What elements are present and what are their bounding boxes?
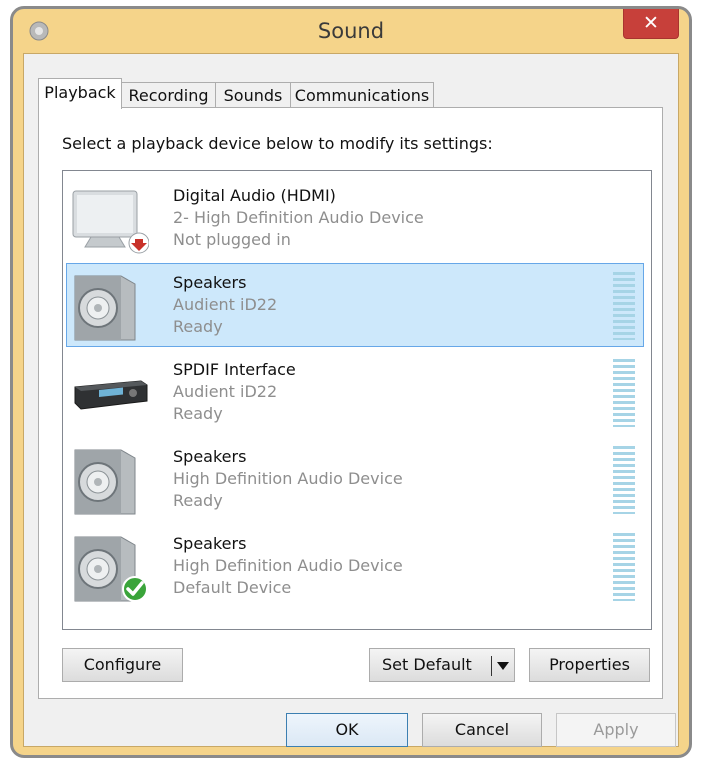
device-description: High Definition Audio Device: [173, 469, 403, 488]
level-meter: [613, 533, 635, 601]
playback-panel: Select a playback device below to modify…: [38, 107, 663, 699]
tab-playback[interactable]: Playback: [38, 78, 122, 109]
set-default-split-button[interactable]: Set Default: [369, 648, 515, 682]
dropdown-arrow-icon[interactable]: [497, 662, 509, 670]
window-title: Sound: [317, 19, 385, 43]
device-name: Digital Audio (HDMI): [173, 186, 336, 205]
ok-button[interactable]: OK: [286, 713, 408, 747]
device-row-speakers-default[interactable]: Speakers High Definition Audio Device De…: [66, 524, 644, 608]
level-meter: [613, 359, 635, 427]
device-description: 2- High Definition Audio Device: [173, 208, 424, 227]
speaker-icon: [74, 536, 148, 602]
set-default-label: Set Default: [382, 655, 472, 674]
device-name: Speakers: [173, 534, 247, 553]
device-name: SPDIF Interface: [173, 360, 296, 379]
dialog-client: Playback Recording Sounds Communications…: [23, 53, 679, 747]
configure-button[interactable]: Configure: [62, 648, 183, 682]
device-description: High Definition Audio Device: [173, 556, 403, 575]
device-status: Ready: [173, 491, 223, 510]
device-list[interactable]: Digital Audio (HDMI) 2- High Definition …: [62, 170, 652, 630]
device-name: Speakers: [173, 447, 247, 466]
close-icon: ✕: [643, 12, 659, 34]
monitor-icon: [72, 190, 149, 254]
device-status: Not plugged in: [173, 230, 291, 249]
device-description: Audient iD22: [173, 382, 278, 401]
level-meter: [613, 272, 635, 340]
device-name: Speakers: [173, 273, 247, 292]
title-bar[interactable]: Sound ✕: [13, 9, 689, 53]
instruction-text: Select a playback device below to modify…: [62, 134, 493, 153]
device-row-hdmi[interactable]: Digital Audio (HDMI) 2- High Definition …: [66, 176, 644, 260]
device-description: Audient iD22: [173, 295, 278, 314]
unplugged-badge-icon: [128, 232, 149, 254]
properties-button[interactable]: Properties: [529, 648, 650, 682]
tab-recording[interactable]: Recording: [121, 82, 216, 108]
device-status: Ready: [173, 404, 223, 423]
speaker-icon: [74, 449, 136, 515]
default-check-icon: [122, 576, 148, 602]
apply-button[interactable]: Apply: [556, 713, 676, 747]
spdif-receiver-icon: [74, 380, 148, 410]
close-button[interactable]: ✕: [623, 9, 679, 39]
level-meter: [613, 446, 635, 514]
device-status: Default Device: [173, 578, 292, 597]
sound-dialog: Sound ✕ Playback Recording Sounds Commun…: [10, 6, 692, 758]
device-row-speakers-audient[interactable]: Speakers Audient iD22 Ready: [66, 263, 644, 347]
tab-communications[interactable]: Communications: [290, 82, 434, 108]
cancel-button[interactable]: Cancel: [422, 713, 542, 747]
device-status: Ready: [173, 317, 223, 336]
tab-sounds[interactable]: Sounds: [215, 82, 291, 108]
device-row-spdif[interactable]: SPDIF Interface Audient iD22 Ready: [66, 350, 644, 434]
speaker-icon: [74, 275, 136, 341]
device-row-speakers-hd[interactable]: Speakers High Definition Audio Device Re…: [66, 437, 644, 521]
